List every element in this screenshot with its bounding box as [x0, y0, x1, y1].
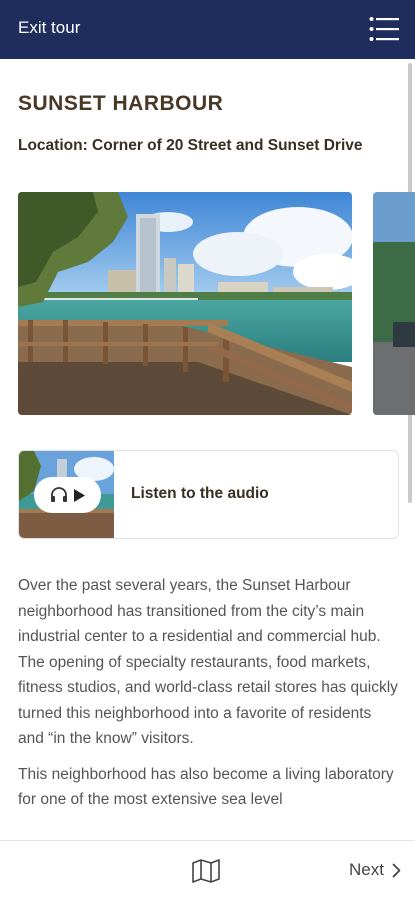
play-icon — [73, 488, 85, 502]
next-button[interactable]: Next — [349, 860, 401, 880]
next-label: Next — [349, 860, 384, 879]
next-photo-preview[interactable] — [373, 192, 415, 415]
bottom-navigation: Next — [0, 840, 415, 901]
audio-thumbnail — [19, 451, 114, 538]
exit-tour-button[interactable]: Exit tour — [18, 18, 80, 38]
audio-play-pill[interactable] — [34, 477, 101, 513]
page-title: SUNSET HARBOUR — [18, 92, 224, 115]
headphones-icon — [50, 487, 67, 502]
map-icon[interactable] — [191, 859, 221, 883]
hamburger-menu-icon[interactable] — [369, 16, 399, 42]
location-text: Location: Corner of 20 Street and Sunset… — [18, 137, 363, 154]
description-text: Over the past several years, the Sunset … — [18, 573, 398, 823]
chevron-right-icon — [392, 863, 401, 877]
harbour-photo[interactable] — [18, 192, 352, 415]
description-paragraph: This neighborhood has also become a livi… — [18, 765, 394, 809]
audio-card[interactable]: Listen to the audio — [18, 450, 399, 539]
photo-carousel[interactable] — [0, 192, 415, 416]
app-header: Exit tour — [0, 0, 415, 59]
listen-audio-label: Listen to the audio — [131, 485, 269, 502]
description-paragraph: Over the past several years, the Sunset … — [18, 577, 398, 747]
